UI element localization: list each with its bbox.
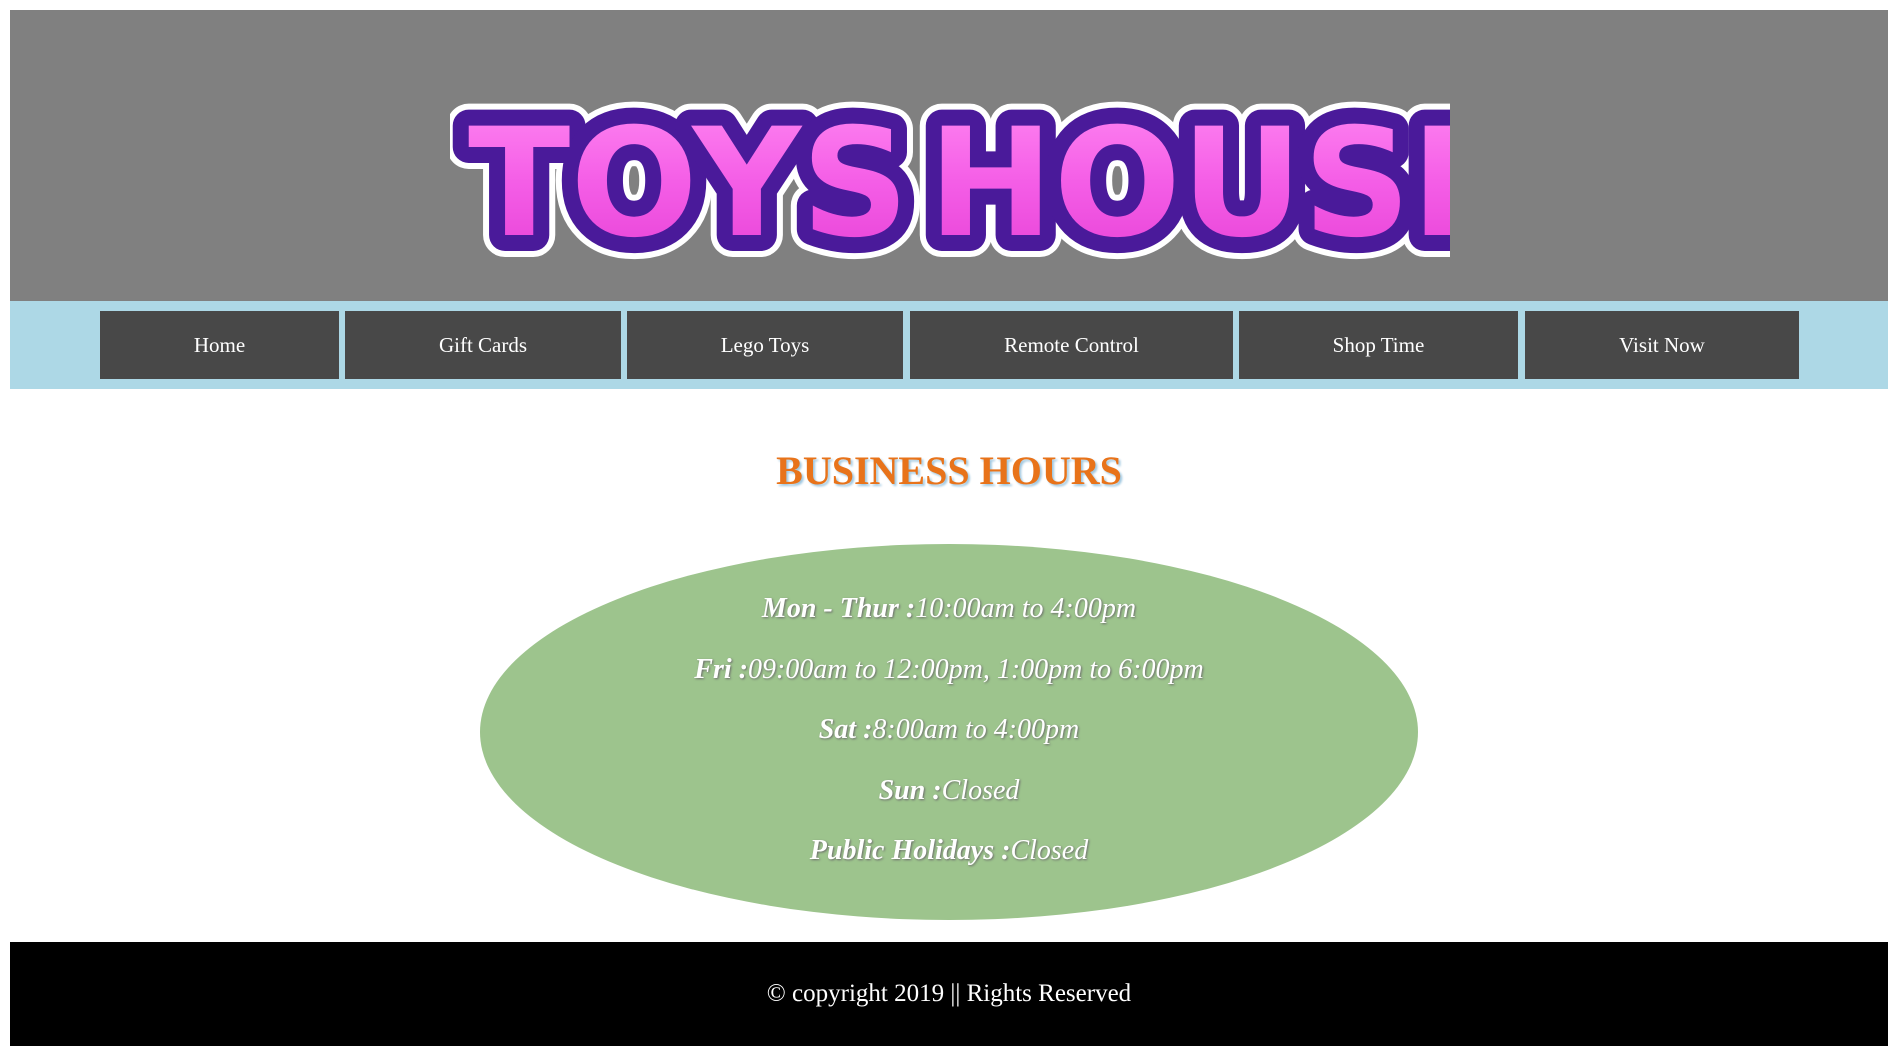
logo-word-toys: TOYS xyxy=(468,97,909,271)
nav-item-shop-time[interactable]: Shop Time xyxy=(1239,311,1518,379)
logo-graphic: TOYS HOUSE TOYS HOUSE TOYS HOUSE xyxy=(450,75,1450,275)
hours-day: Fri : xyxy=(694,654,748,685)
hours-row: Sat :8:00am to 4:00pm xyxy=(480,714,1418,746)
main-navigation: Home Gift Cards Lego Toys Remote Control… xyxy=(10,301,1888,389)
nav-item-lego-toys[interactable]: Lego Toys xyxy=(627,311,903,379)
nav-item-visit-now[interactable]: Visit Now xyxy=(1525,311,1799,379)
hours-day: Sun : xyxy=(878,775,942,806)
business-hours-title: BUSINESS HOURS xyxy=(776,448,1122,493)
hours-time: 09:00am to 12:00pm, 1:00pm to 6:00pm xyxy=(747,654,1204,685)
hours-row: Fri :09:00am to 12:00pm, 1:00pm to 6:00p… xyxy=(480,654,1418,686)
toys-house-logo[interactable]: TOYS HOUSE TOYS HOUSE TOYS HOUSE xyxy=(450,65,1450,275)
hours-time: 8:00am to 4:00pm xyxy=(872,714,1080,745)
hours-row: Sun :Closed xyxy=(480,775,1418,807)
hours-time: Closed xyxy=(1010,835,1089,866)
site-header: TOYS HOUSE TOYS HOUSE TOYS HOUSE xyxy=(10,10,1888,301)
nav-item-gift-cards[interactable]: Gift Cards xyxy=(345,311,621,379)
page: TOYS HOUSE TOYS HOUSE TOYS HOUSE Home Gi… xyxy=(10,10,1888,942)
hours-time: 10:00am to 4:00pm xyxy=(915,593,1137,624)
hours-time: Closed xyxy=(941,775,1020,806)
hours-day: Public Holidays : xyxy=(809,835,1011,866)
business-hours-section: BUSINESS HOURS Mon - Thur :10:00am to 4:… xyxy=(10,389,1888,942)
hours-day: Mon - Thur : xyxy=(761,593,916,624)
logo-word-house: HOUSE xyxy=(928,97,1450,271)
copyright-text: © copyright 2019 || Rights Reserved xyxy=(766,980,1132,1007)
site-footer: © copyright 2019 || Rights Reserved xyxy=(10,942,1888,1046)
nav-item-remote-control[interactable]: Remote Control xyxy=(910,311,1233,379)
hours-row: Public Holidays :Closed xyxy=(480,835,1418,867)
hours-row: Mon - Thur :10:00am to 4:00pm xyxy=(480,593,1418,625)
hours-day: Sat : xyxy=(818,714,873,745)
nav-item-home[interactable]: Home xyxy=(100,311,339,379)
